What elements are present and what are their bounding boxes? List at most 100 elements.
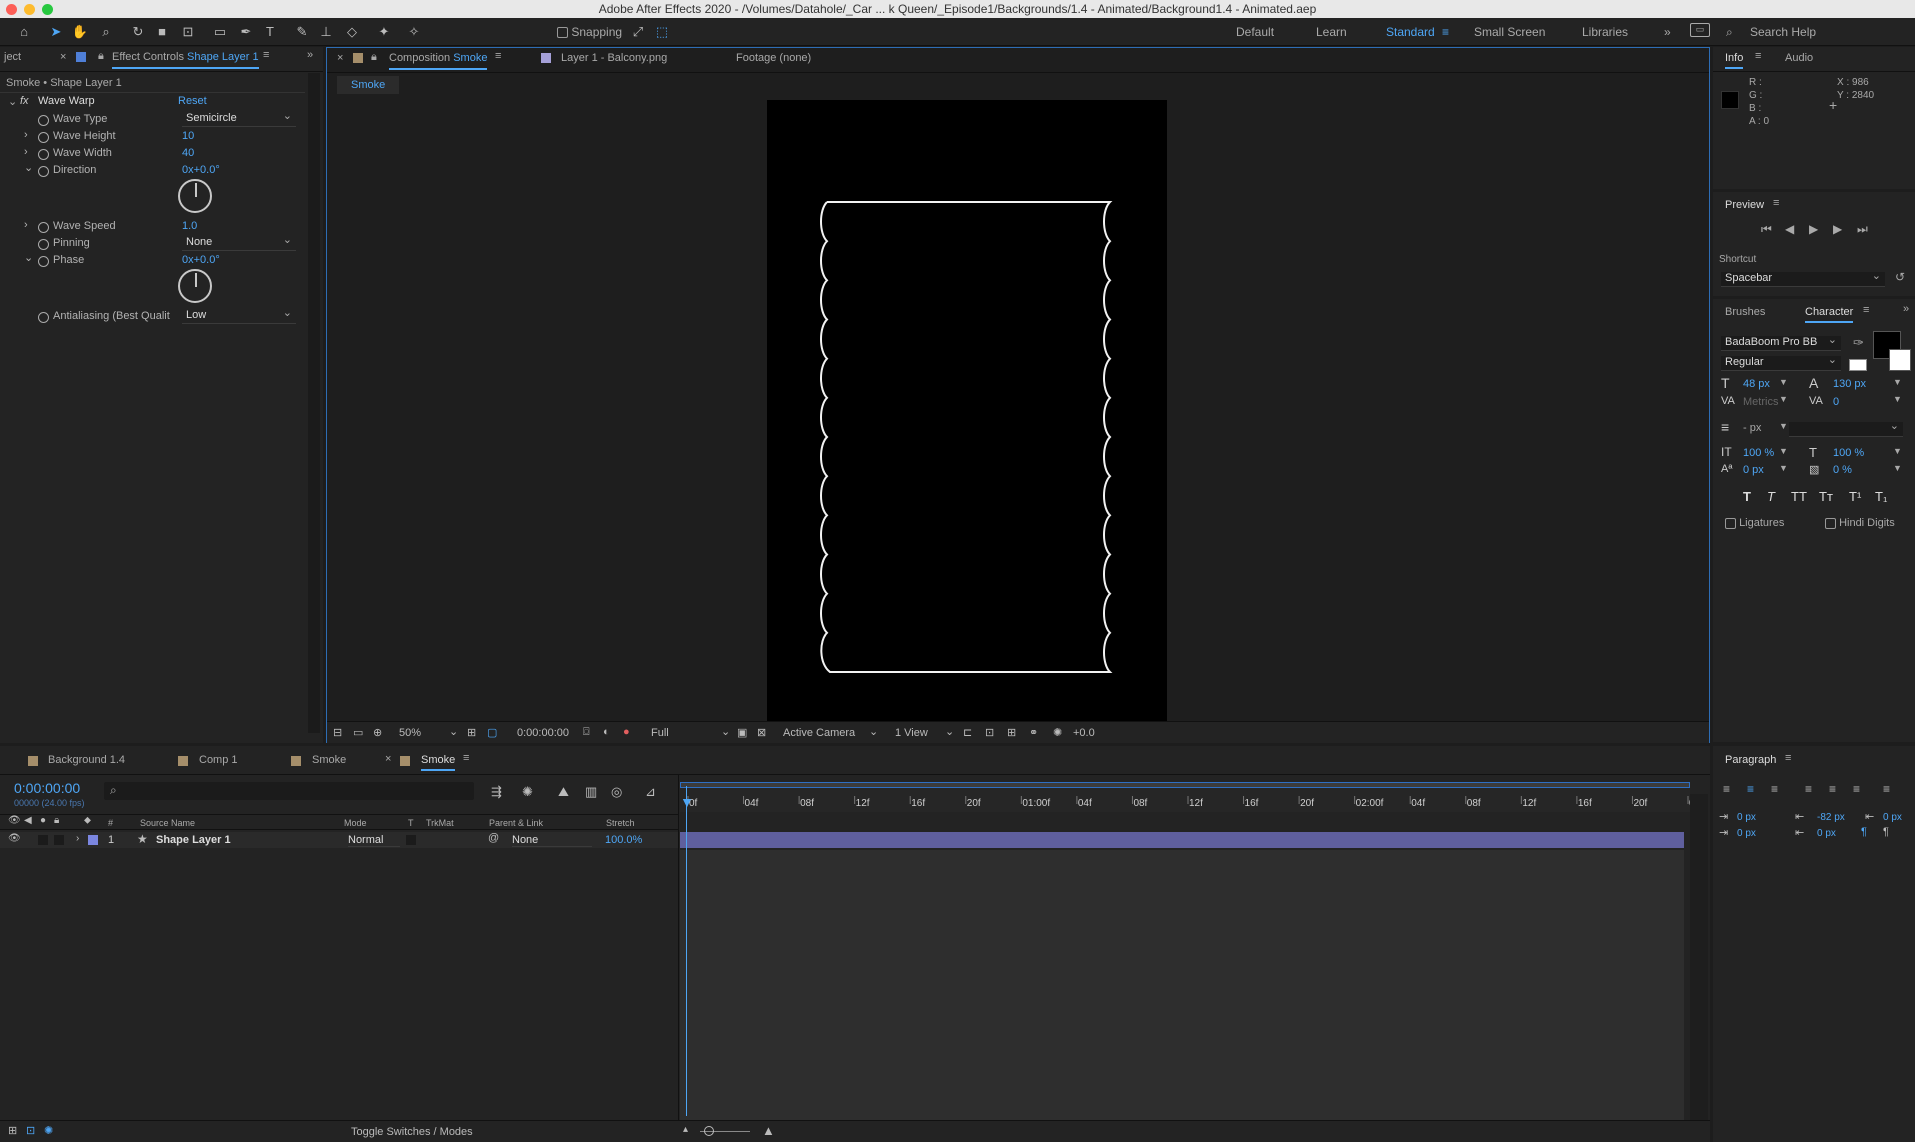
- tab-audio[interactable]: Audio: [1785, 52, 1813, 64]
- hindi-digits-checkbox[interactable]: [1825, 517, 1836, 529]
- video-eye-icon[interactable]: 👁︎: [8, 815, 21, 826]
- stopwatch-icon[interactable]: [38, 312, 49, 323]
- justify-right-icon[interactable]: ≡: [1853, 782, 1860, 796]
- panel-menu-icon[interactable]: ≡: [1863, 304, 1869, 316]
- first-frame-icon[interactable]: ⏮: [1761, 222, 1772, 237]
- preserve-transparency-switch[interactable]: [406, 835, 416, 845]
- masks-icon[interactable]: ⊕: [373, 726, 382, 739]
- zoom-tool-icon[interactable]: ⌕: [96, 22, 116, 42]
- indent-first-line-value[interactable]: -82 px: [1817, 812, 1845, 823]
- chevron-down-icon[interactable]: ▼: [1893, 463, 1902, 473]
- snapshot-icon[interactable]: ⌼: [583, 726, 590, 739]
- stopwatch-icon[interactable]: [38, 222, 49, 233]
- chevron-down-icon[interactable]: ▼: [1779, 463, 1788, 473]
- hindi-digits-toggle[interactable]: Hindi Digits: [1825, 517, 1895, 529]
- chevron-down-icon[interactable]: ▼: [1893, 446, 1902, 456]
- motion-blur-icon[interactable]: ◎: [611, 784, 622, 800]
- tab-layer[interactable]: Layer 1 - Balcony.png: [561, 52, 667, 64]
- graph-editor-icon[interactable]: ⊿: [645, 784, 656, 800]
- stroke-style-dropdown[interactable]: [1789, 419, 1903, 437]
- direction-value[interactable]: 0x+0.0°: [182, 164, 220, 176]
- chevron-down-icon[interactable]: ⌄: [721, 725, 730, 738]
- minimize-window-button[interactable]: [24, 4, 35, 15]
- solo-icon[interactable]: ●: [40, 815, 46, 826]
- camera-tool-icon[interactable]: ■: [152, 22, 172, 42]
- timeline-current-time[interactable]: 0:00:00:00: [14, 780, 80, 796]
- col-parent-link[interactable]: Parent & Link: [489, 818, 543, 828]
- zoom-slider-handle[interactable]: [704, 1126, 714, 1136]
- flowchart-icon[interactable]: ⚭: [1029, 726, 1038, 739]
- next-frame-icon[interactable]: ▶: [1833, 222, 1842, 236]
- chevron-down-icon[interactable]: ▼: [1893, 377, 1902, 387]
- chevron-down-icon[interactable]: ⌄: [869, 725, 878, 738]
- snapping-options-icon[interactable]: ⤢: [628, 22, 648, 42]
- expand-chevron-icon[interactable]: ›: [24, 129, 28, 141]
- tab-brushes[interactable]: Brushes: [1725, 306, 1765, 318]
- more-workspaces-icon[interactable]: »: [1664, 25, 1671, 39]
- transparency-grid-icon[interactable]: ⊠: [757, 726, 766, 739]
- expand-chevron-icon[interactable]: ›: [24, 219, 28, 231]
- stopwatch-icon[interactable]: [38, 149, 49, 160]
- chevron-down-icon[interactable]: ⌄: [945, 725, 954, 738]
- layer-switches-icon[interactable]: ⊞: [8, 1124, 17, 1137]
- puppet-pin-tool-icon[interactable]: ✧: [404, 22, 424, 42]
- toggle-pixel-aspect-icon[interactable]: ⊏: [963, 726, 972, 739]
- play-icon[interactable]: ▶: [1809, 222, 1818, 236]
- stopwatch-icon[interactable]: [38, 256, 49, 267]
- workspace-learn[interactable]: Learn: [1316, 25, 1347, 39]
- timeline-scrollbar[interactable]: [1690, 794, 1708, 1120]
- justify-all-icon[interactable]: ≡: [1883, 782, 1890, 796]
- solo-switch[interactable]: [38, 835, 48, 845]
- tab-effect-controls[interactable]: Effect Controls Shape Layer 1: [112, 51, 259, 69]
- lock-switch[interactable]: [54, 835, 64, 845]
- faux-italic-icon[interactable]: T: [1767, 489, 1775, 504]
- layer-search-input[interactable]: ⌕: [104, 782, 474, 800]
- tab-character[interactable]: Character: [1805, 306, 1854, 323]
- audio-icon[interactable]: ◀︎: [24, 815, 32, 826]
- eraser-tool-icon[interactable]: ◇: [342, 22, 362, 42]
- col-source-name[interactable]: Source Name: [140, 818, 195, 828]
- last-frame-icon[interactable]: ⏭: [1857, 222, 1868, 237]
- superscript-icon[interactable]: T¹: [1849, 489, 1861, 504]
- chevron-down-icon[interactable]: ▼: [1779, 394, 1788, 404]
- exposure-value[interactable]: +0.0: [1073, 727, 1095, 739]
- type-tool-icon[interactable]: T: [260, 22, 280, 42]
- pinning-dropdown[interactable]: None: [182, 233, 296, 251]
- tab-composition[interactable]: Composition Smoke: [389, 52, 488, 70]
- leading-value[interactable]: 130 px: [1833, 378, 1866, 390]
- stroke-color-swatch[interactable]: [1889, 349, 1911, 371]
- tab-timeline-comp1[interactable]: Comp 1: [199, 754, 238, 766]
- ligatures-checkbox[interactable]: [1725, 517, 1736, 529]
- kerning-value[interactable]: Metrics: [1743, 396, 1778, 408]
- col-stretch[interactable]: Stretch: [606, 818, 635, 828]
- effect-row-wave-warp[interactable]: ⌄ fx Wave Warp Reset: [0, 95, 305, 112]
- scrollbar[interactable]: [308, 73, 320, 733]
- chevron-down-icon[interactable]: ⌄: [449, 725, 458, 738]
- tab-timeline-background[interactable]: Background 1.4: [48, 754, 125, 766]
- panel-menu-icon[interactable]: ≡: [1755, 50, 1761, 62]
- composition-canvas[interactable]: [767, 100, 1167, 724]
- playhead-icon[interactable]: ▼: [680, 794, 694, 810]
- tab-info[interactable]: Info: [1725, 52, 1744, 69]
- eyedropper-icon[interactable]: ✑: [1853, 335, 1864, 351]
- brush-tool-icon[interactable]: ✎: [292, 22, 312, 42]
- indent-right-value[interactable]: 0 px: [1883, 812, 1902, 823]
- layer-name[interactable]: Shape Layer 1: [156, 834, 231, 846]
- panel-menu-icon[interactable]: ≡: [263, 49, 269, 61]
- faux-bold-icon[interactable]: T: [1743, 489, 1751, 504]
- reset-button[interactable]: Reset: [178, 95, 207, 107]
- no-fill-swatch[interactable]: [1849, 359, 1867, 371]
- lock-icon[interactable]: 🔒︎: [371, 51, 377, 64]
- tab-timeline-smoke-active[interactable]: Smoke: [421, 754, 456, 771]
- align-left-icon[interactable]: ≡: [1723, 782, 1730, 796]
- roto-brush-tool-icon[interactable]: ✦: [374, 22, 394, 42]
- track-area[interactable]: [680, 850, 1684, 1120]
- ligatures-toggle[interactable]: Ligatures: [1725, 517, 1784, 529]
- render-time-icon[interactable]: ✺: [44, 1124, 53, 1137]
- collapse-chevron-icon[interactable]: ⌄: [8, 95, 17, 108]
- visibility-eye-icon[interactable]: 👁︎: [8, 833, 21, 844]
- vertical-scale-value[interactable]: 100 %: [1743, 447, 1774, 459]
- always-preview-icon[interactable]: ⊟: [333, 726, 342, 739]
- direction-dial[interactable]: [178, 179, 212, 213]
- chevron-down-icon[interactable]: ▼: [1893, 394, 1902, 404]
